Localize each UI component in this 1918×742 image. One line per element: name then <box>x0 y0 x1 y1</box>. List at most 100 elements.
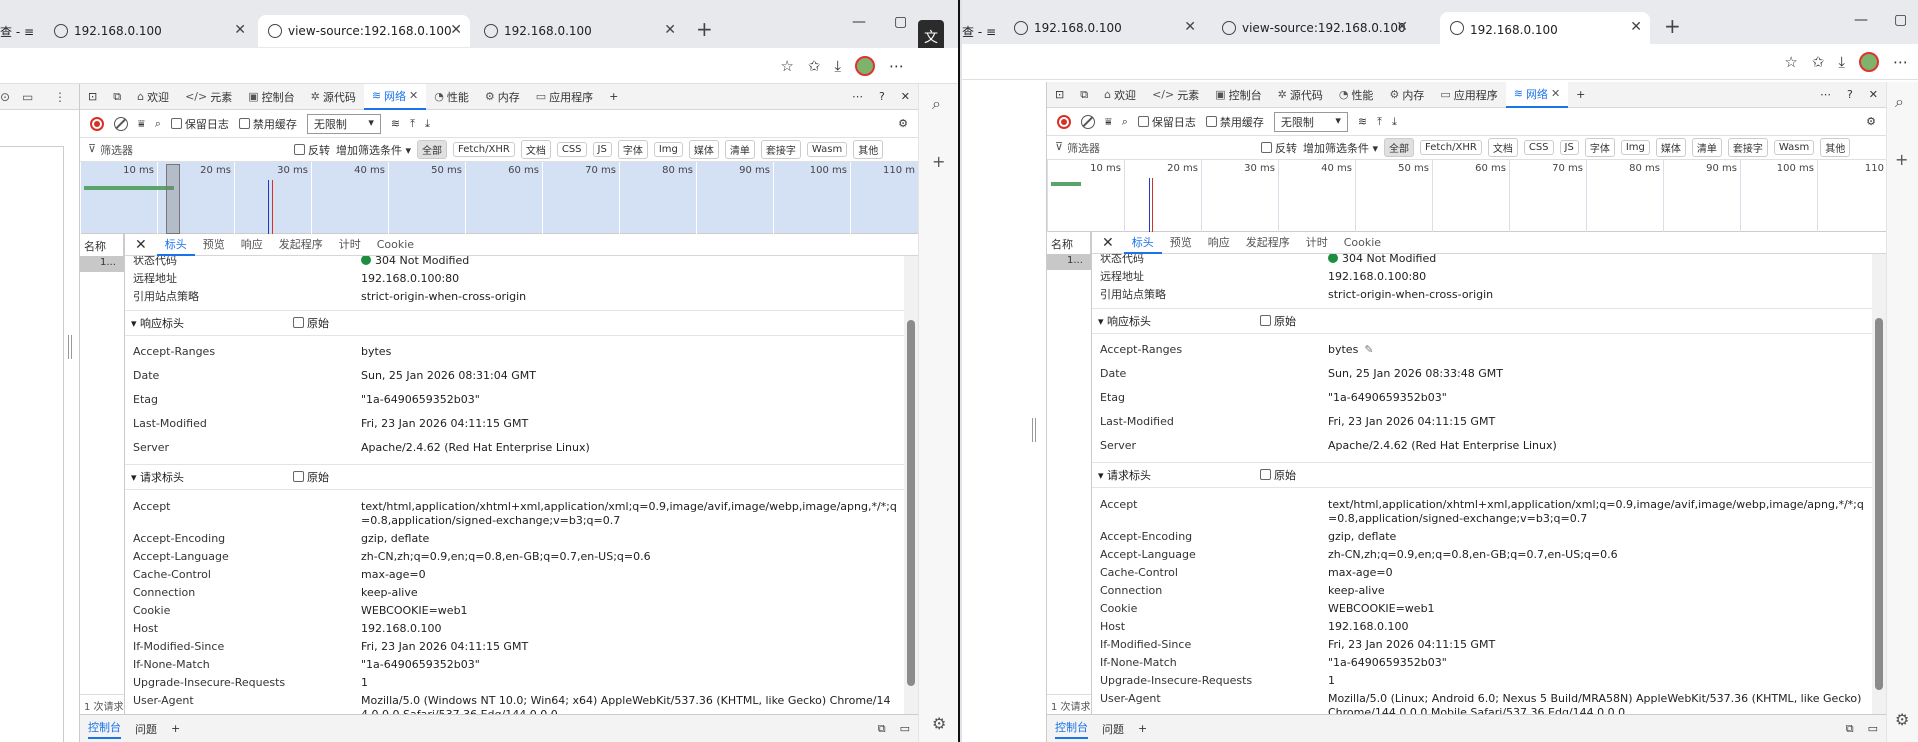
scrollbar[interactable] <box>904 256 918 714</box>
download-icon[interactable]: ⤓ <box>1838 53 1845 71</box>
dock-icon[interactable]: ⧉ <box>878 722 886 736</box>
filter-chip[interactable]: CSS <box>556 142 587 157</box>
tab-timing[interactable]: 计时 <box>331 234 369 256</box>
tab-headers[interactable]: 标头 <box>1123 232 1162 254</box>
tab-timing[interactable]: 计时 <box>1298 232 1336 254</box>
filter-chip[interactable]: 媒体 <box>1655 138 1686 157</box>
settings-icon[interactable]: ⚙ <box>898 117 908 130</box>
export-icon[interactable]: ⤓ <box>425 117 430 131</box>
scrollbar-thumb[interactable] <box>1875 318 1883 690</box>
tab-network[interactable]: ≋ 网络 ✕ <box>1505 81 1569 108</box>
more-icon[interactable]: ⋯ <box>844 84 871 110</box>
favorite-star-icon[interactable]: ☆ <box>1784 53 1797 71</box>
add-tab-icon[interactable]: + <box>601 84 626 110</box>
invert-checkbox[interactable]: 反转 <box>1261 140 1297 156</box>
filter-chip[interactable]: Wasm <box>806 142 848 157</box>
close-icon[interactable]: ✕ <box>1092 235 1124 251</box>
more-icon[interactable]: ⋯ <box>1893 53 1908 71</box>
maximize-icon[interactable]: ▢ <box>1894 12 1907 28</box>
tab-performance[interactable]: ◔ 性能 <box>1331 82 1382 108</box>
invert-checkbox[interactable]: 反转 <box>294 142 330 158</box>
filter-chip[interactable]: 文档 <box>520 140 551 159</box>
request-headers-section[interactable]: ▾ 请求标头 原始 <box>1092 462 1872 488</box>
name-column-header[interactable]: 名称 <box>1047 232 1091 254</box>
search-icon[interactable]: ⌕ <box>932 94 941 114</box>
close-icon[interactable]: ✕ <box>409 89 418 102</box>
new-tab-icon[interactable]: + <box>696 17 713 41</box>
tab-welcome[interactable]: ⌂ 欢迎 <box>129 84 177 110</box>
settings-icon[interactable]: ⚙ <box>1866 115 1876 128</box>
browser-tab[interactable]: 192.168.0.100 ✕ <box>474 15 684 47</box>
panel-icon[interactable]: ▭ <box>900 722 910 735</box>
network-conditions-icon[interactable]: ≋ <box>391 117 400 130</box>
tab-headers[interactable]: 标头 <box>156 234 195 256</box>
filter-toggle-icon[interactable]: ⩸ <box>1105 115 1112 129</box>
close-devtools-icon[interactable]: ✕ <box>893 84 918 110</box>
close-icon[interactable]: ✕ <box>1184 19 1196 35</box>
response-headers-section[interactable]: ▾ 响应标头 原始 <box>125 310 904 336</box>
close-icon[interactable]: ✕ <box>1551 87 1560 100</box>
avatar[interactable] <box>1859 52 1879 72</box>
close-icon[interactable]: ✕ <box>234 22 246 38</box>
filter-chip[interactable]: 文档 <box>1487 138 1518 157</box>
tab-elements[interactable]: </> 元素 <box>177 84 240 110</box>
filter-chip[interactable]: Wasm <box>1773 140 1815 155</box>
filter-chip[interactable]: 套接字 <box>760 140 801 159</box>
filter-toggle-icon[interactable]: ⩸ <box>138 117 145 131</box>
filter-chip[interactable]: 清单 <box>724 140 755 159</box>
avatar[interactable] <box>855 56 875 76</box>
scrollbar[interactable] <box>1872 254 1886 714</box>
throttle-select[interactable]: 无限制 ▾ <box>306 113 381 134</box>
raw-checkbox[interactable]: 原始 <box>293 469 329 485</box>
network-timeline[interactable]: 10 ms 20 ms 30 ms 40 ms 50 ms 60 ms 70 m… <box>80 162 918 234</box>
browser-tab-active[interactable]: view-source:192.168.0.100 ✕ <box>258 15 470 47</box>
filter-chip[interactable]: CSS <box>1523 140 1554 155</box>
scrollbar-thumb[interactable] <box>907 320 915 686</box>
pencil-icon[interactable]: ✎ <box>1364 343 1373 357</box>
filter-chip-all[interactable]: 全部 <box>417 140 448 159</box>
more-icon[interactable]: ⋯ <box>1812 82 1839 108</box>
search-icon[interactable]: ⌕ <box>1122 115 1128 129</box>
add-icon[interactable]: + <box>932 152 945 171</box>
import-icon[interactable]: ⤒ <box>410 117 415 131</box>
tab-cookies[interactable]: Cookie <box>1336 232 1389 254</box>
filter-input[interactable]: ⊽ 筛选器 <box>1055 140 1255 156</box>
tab-application[interactable]: ▭ 应用程序 <box>1432 82 1505 108</box>
browser-tab[interactable]: 查 - ≡ <box>0 15 42 47</box>
filter-chip[interactable]: 其他 <box>853 140 884 159</box>
more-filters-dropdown[interactable]: 增加筛选条件 ▾ <box>336 142 411 158</box>
add-tab-icon[interactable]: + <box>1568 82 1593 108</box>
filter-chip[interactable]: Img <box>653 142 683 157</box>
drawer-tab-console[interactable]: 控制台 <box>1055 719 1088 739</box>
search-icon[interactable]: ⌕ <box>1895 92 1904 112</box>
minimize-icon[interactable]: — <box>1854 12 1868 28</box>
network-timeline[interactable]: 10 ms 20 ms 30 ms 40 ms 50 ms 60 ms 70 m… <box>1047 160 1886 232</box>
resize-handle[interactable] <box>68 335 72 359</box>
preserve-log-checkbox[interactable]: 保留日志 <box>1137 114 1196 130</box>
request-headers-section[interactable]: ▾ 请求标头 原始 <box>125 464 904 490</box>
device-icon[interactable]: ▭ <box>22 90 33 104</box>
filter-chip[interactable]: 清单 <box>1691 138 1722 157</box>
browser-tab[interactable]: 192.168.0.100 ✕ <box>44 15 254 47</box>
disable-cache-checkbox[interactable]: 禁用缓存 <box>238 116 297 132</box>
browser-tab[interactable]: 192.168.0.100 ✕ <box>1004 12 1204 44</box>
close-devtools-icon[interactable]: ✕ <box>1861 82 1886 108</box>
filter-chip[interactable]: Img <box>1620 140 1650 155</box>
tab-preview[interactable]: 预览 <box>195 234 233 256</box>
close-icon[interactable]: ✕ <box>664 22 676 38</box>
tab-application[interactable]: ▭ 应用程序 <box>528 84 601 110</box>
tab-memory[interactable]: ⚙ 内存 <box>477 84 528 110</box>
raw-checkbox[interactable]: 原始 <box>1260 313 1296 329</box>
tab-response[interactable]: 响应 <box>233 234 271 256</box>
response-headers-section[interactable]: ▾ 响应标头 原始 <box>1092 308 1872 334</box>
download-icon[interactable]: ⤓ <box>834 57 841 75</box>
drawer-tab-console[interactable]: 控制台 <box>88 719 121 739</box>
resize-handle[interactable] <box>1032 418 1036 442</box>
panel-icon[interactable]: ▭ <box>1868 722 1878 735</box>
clear-icon[interactable] <box>1081 114 1095 129</box>
favorite-star-icon[interactable]: ☆ <box>780 57 793 75</box>
network-conditions-icon[interactable]: ≋ <box>1358 115 1367 128</box>
close-icon[interactable]: ✕ <box>1630 19 1642 35</box>
tab-sources[interactable]: ✲ 源代码 <box>303 84 364 110</box>
filter-chip[interactable]: JS <box>592 142 612 157</box>
